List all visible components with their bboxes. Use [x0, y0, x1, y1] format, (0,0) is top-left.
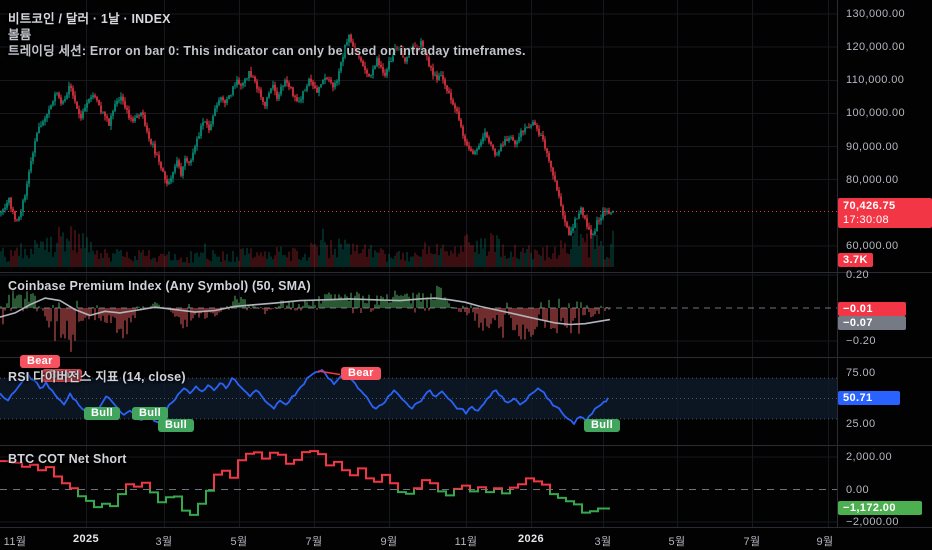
- bull-divergence-label: Bull: [584, 419, 620, 432]
- axis-label: 80,000.00: [846, 173, 899, 186]
- time-axis-month-label: 3월: [594, 536, 612, 548]
- time-axis-month-label: 5월: [668, 536, 686, 548]
- axis-label: −0.20: [846, 335, 876, 347]
- time-axis-month-label: 9월: [380, 536, 398, 548]
- time-axis-year-label: 2025: [72, 533, 100, 545]
- chart-canvas[interactable]: [0, 0, 932, 550]
- rsi-value-badge: 50.71: [838, 391, 900, 405]
- volume-badge: 3.7K: [838, 253, 873, 267]
- axis-label: 25.00: [846, 418, 876, 430]
- time-axis-month-label: 7월: [743, 536, 761, 548]
- time-axis-month-label: 5월: [230, 536, 248, 548]
- premium-sma-badge: −0.07: [838, 316, 906, 330]
- axis-label: 2,000.00: [846, 451, 893, 463]
- axis-label: 60,000.00: [846, 240, 899, 252]
- time-axis-year-label: 2026: [517, 533, 545, 545]
- premium-index-legend[interactable]: Coinbase Premium Index (Any Symbol) (50,…: [8, 279, 311, 293]
- cot-net-short-legend[interactable]: BTC COT Net Short: [8, 452, 127, 466]
- time-axis-month-label: 11월: [3, 536, 27, 548]
- time-axis[interactable]: 11월 2025 3월 5월 7월 9월 11월 2026 3월 5월 7월 9월: [0, 527, 932, 550]
- last-price-value: 70,426.75: [843, 200, 896, 212]
- symbol-legend[interactable]: 비트코인 / 달러 · 1날 · INDEX: [8, 8, 171, 27]
- axis-label: 100,000.00: [846, 107, 906, 120]
- countdown-timer: 17:30:08: [843, 214, 890, 226]
- indicator-error-message: 트레이딩 세션: Error on bar 0: This indicator …: [8, 44, 526, 58]
- bull-divergence-label: Bull: [158, 419, 194, 432]
- bear-divergence-label: Bear: [341, 367, 381, 380]
- axis-label: 0.00: [846, 483, 870, 496]
- axis-label: 110,000.00: [846, 74, 905, 87]
- axis-label: 75.00: [846, 367, 876, 379]
- axis-label: 90,000.00: [846, 140, 899, 153]
- axis-label: 130,000.00: [846, 8, 906, 20]
- time-axis-month-label: 11월: [454, 536, 478, 548]
- axis-label: 120,000.00: [846, 41, 906, 54]
- time-axis-month-label: 9월: [816, 536, 834, 548]
- chart-root: 비트코인 / 달러 · 1날 · INDEX 볼륨 트레이딩 세션: Error…: [0, 0, 932, 550]
- bull-divergence-label: Bull: [84, 407, 120, 420]
- last-price-badge: 70,426.75 17:30:08: [838, 198, 932, 228]
- rsi-divergence-legend[interactable]: RSI 다이버전스 지표 (14, close): [8, 366, 186, 385]
- premium-last-badge: −0.01: [838, 302, 906, 316]
- time-axis-month-label: 7월: [305, 536, 323, 548]
- cot-value-badge: −1,172.00: [838, 501, 922, 515]
- time-axis-month-label: 3월: [155, 536, 173, 548]
- axis-label: 0.20: [846, 269, 870, 281]
